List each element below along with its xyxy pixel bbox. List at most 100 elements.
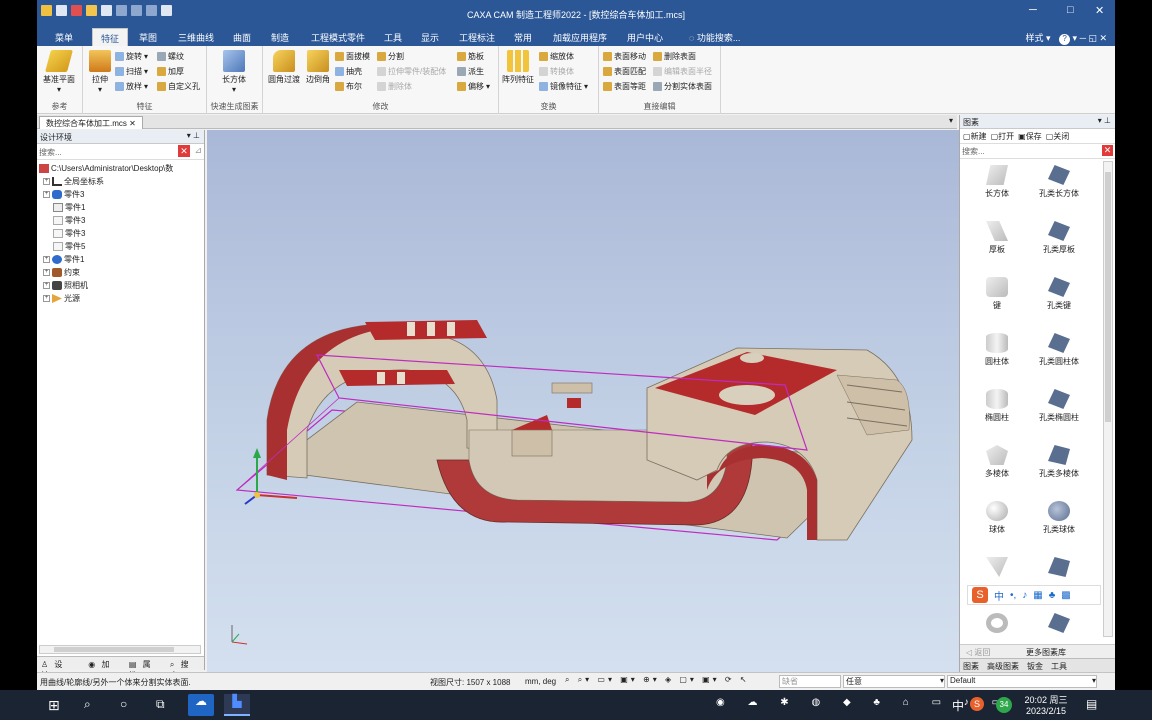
keyboard-icon[interactable]: ▦ xyxy=(1033,590,1042,601)
pick-select[interactable]: 任意 ▾ xyxy=(843,675,945,688)
lib-more-2[interactable] xyxy=(1028,557,1090,580)
library-back-button[interactable]: ◁ 返回 xyxy=(966,647,990,658)
task-view-icon[interactable]: ⧉ xyxy=(156,697,165,712)
search-icon[interactable]: ⌕ xyxy=(84,697,91,712)
3d-viewport[interactable] xyxy=(207,130,959,672)
minimize-button[interactable]: ─ xyxy=(1029,4,1037,16)
lib-tab-elements[interactable]: 图素 xyxy=(963,661,979,671)
lib-cuboid[interactable]: 长方体 xyxy=(966,165,1028,199)
delete-face-button[interactable]: 删除表面 xyxy=(653,51,696,62)
mirror-feature-button[interactable]: 镜像特征 ▾ xyxy=(539,81,588,92)
caxa-taskbar-icon[interactable]: ▙ xyxy=(224,694,250,716)
action-center-icon[interactable]: ▤ xyxy=(1086,697,1097,711)
clear-search-icon[interactable]: ✕ xyxy=(178,145,190,157)
shell-button[interactable]: 抽壳 xyxy=(335,66,362,77)
maximize-button[interactable]: □ xyxy=(1067,4,1074,16)
lib-tab-advanced[interactable]: 高级图素 xyxy=(987,661,1019,671)
expand-icon[interactable]: + xyxy=(43,295,50,302)
datum-plane-button[interactable]: 基准平面 ▾ xyxy=(42,50,76,94)
custom-hole-button[interactable]: 自定义孔 xyxy=(157,81,200,92)
expand-icon[interactable]: + xyxy=(43,256,50,263)
library-more-button[interactable]: 更多图素库 xyxy=(1026,647,1066,658)
tab-sketch[interactable]: 草图 xyxy=(139,31,157,44)
ime-toolbar[interactable]: S 中 •, ♪ ▦ ♣ ▩ xyxy=(967,585,1101,605)
lib-key[interactable]: 键 xyxy=(966,277,1028,311)
tree-item-part3[interactable]: + 零件3 xyxy=(37,188,204,201)
tree-item-part5[interactable]: 零件5 xyxy=(37,240,204,253)
extrude-button[interactable]: 拉伸 ▾ xyxy=(83,50,117,94)
tree-horizontal-scrollbar[interactable] xyxy=(39,645,201,654)
tab-properties[interactable]: ▤ 属性 xyxy=(125,657,166,680)
draft-button[interactable]: 面拔模 xyxy=(335,51,370,62)
lib-hole-elliptic-cylinder[interactable]: 孔类椭圆柱 xyxy=(1028,389,1090,423)
function-search[interactable]: ◌ 功能搜索... xyxy=(689,31,740,44)
offset-button[interactable]: 偏移 ▾ xyxy=(457,81,490,92)
tree-item-light[interactable]: + 光源 xyxy=(37,292,204,305)
tree-item-part3c[interactable]: 零件3 xyxy=(37,227,204,240)
lib-sphere[interactable]: 球体 xyxy=(966,501,1028,535)
layer-select[interactable]: Default ▾ xyxy=(947,675,1097,688)
library-pin-icon[interactable]: ▾ ⊥ xyxy=(1098,116,1111,125)
tab-display[interactable]: 显示 xyxy=(421,31,439,44)
rib-button[interactable]: 筋板 xyxy=(457,51,484,62)
pin-icon[interactable]: ▾ ⊥ xyxy=(187,131,200,140)
tab-menu[interactable]: 菜单 xyxy=(55,31,73,44)
library-save-button[interactable]: ▣保存 xyxy=(1018,131,1042,141)
tree-item-part1b[interactable]: + 零件1 xyxy=(37,253,204,266)
match-face-button[interactable]: 表面匹配 xyxy=(603,66,646,77)
convert-body-button[interactable]: 转换体 xyxy=(539,66,574,77)
tab-3d-curve[interactable]: 三维曲线 xyxy=(178,31,214,44)
expand-icon[interactable]: + xyxy=(43,282,50,289)
cortana-icon[interactable]: ○ xyxy=(120,697,127,711)
tree-item-constraint[interactable]: + 约束 xyxy=(37,266,204,279)
tab-load-app[interactable]: 加载应用程序 xyxy=(553,31,607,44)
sogou-logo-icon[interactable]: S xyxy=(972,587,988,603)
thicken-button[interactable]: 加厚 xyxy=(157,66,184,77)
library-search[interactable]: 搜索... ✕ xyxy=(960,144,1115,159)
delete-body-button[interactable]: 删除体 xyxy=(377,81,412,92)
cuboid-button[interactable]: 长方体 ▾ xyxy=(217,50,251,94)
tree-item-global-cs[interactable]: + 全局坐标系 xyxy=(37,175,204,188)
tab-search[interactable]: ⌕ 搜索 xyxy=(166,657,204,680)
library-search-input[interactable]: 搜索... xyxy=(962,147,985,156)
ime-tray-label[interactable]: 中 xyxy=(952,697,964,714)
windows-start-icon[interactable]: ⊞ xyxy=(48,697,60,714)
move-face-button[interactable]: 表面移动 xyxy=(603,51,646,62)
expand-icon[interactable]: + xyxy=(43,178,50,185)
fillet-button[interactable]: 圆角过渡 xyxy=(267,50,301,85)
thread-button[interactable]: 螺纹 xyxy=(157,51,184,62)
sweep-button[interactable]: 扫描 ▾ xyxy=(115,66,148,77)
derive-button[interactable]: 派生 xyxy=(457,66,484,77)
lib-hole-sphere[interactable]: 孔类球体 xyxy=(1028,501,1090,535)
lib-prism[interactable]: 多棱体 xyxy=(966,445,1028,479)
lib-hole-prism[interactable]: 孔类多棱体 xyxy=(1028,445,1090,479)
notification-badge[interactable]: 34 xyxy=(996,697,1012,713)
pattern-button[interactable]: 阵列特征 xyxy=(501,50,535,85)
split-button[interactable]: 分割 xyxy=(377,51,404,62)
library-open-button[interactable]: ▢打开 xyxy=(991,131,1015,141)
app-icon-cloud[interactable]: ☁ xyxy=(188,694,214,716)
lib-tab-sheet-metal[interactable]: 钣金 xyxy=(1027,661,1043,671)
lib-hole-cuboid[interactable]: 孔类长方体 xyxy=(1028,165,1090,199)
tab-engineering-part[interactable]: 工程模式零件 xyxy=(311,31,365,44)
tab-feature[interactable]: 特征 xyxy=(92,28,129,46)
tab-common[interactable]: 常用 xyxy=(514,31,532,44)
microphone-icon[interactable]: ♪ xyxy=(1022,590,1027,601)
lib-more-1[interactable] xyxy=(966,557,1028,580)
offset-face-button[interactable]: 表面等距 xyxy=(603,81,646,92)
tab-machining[interactable]: ◉ 加工 xyxy=(84,657,125,680)
tab-annotation[interactable]: 工程标注 xyxy=(459,31,495,44)
sogou-tray-icon[interactable]: S xyxy=(970,697,984,711)
chamfer-button[interactable]: 边倒角 xyxy=(301,50,335,85)
lib-torus[interactable] xyxy=(966,613,1028,636)
library-new-button[interactable]: ▢新建 xyxy=(963,131,987,141)
lib-elliptic-cylinder[interactable]: 椭圆柱 xyxy=(966,389,1028,423)
part-model[interactable] xyxy=(207,130,959,672)
tab-surface[interactable]: 曲面 xyxy=(233,31,251,44)
expand-icon[interactable]: + xyxy=(43,269,50,276)
document-tab[interactable]: 数控综合车体加工.mcs ✕ xyxy=(39,116,143,129)
lib-tab-tools[interactable]: 工具 xyxy=(1051,661,1067,671)
tab-list-icon[interactable]: ▾ xyxy=(949,116,953,125)
tab-user-center[interactable]: 用户中心 xyxy=(627,31,663,44)
tray-icons[interactable]: ◉ ☁ ✱ ◍ ◆ ♣ ⌂ ▭ ♪ ▭ xyxy=(716,697,1011,708)
